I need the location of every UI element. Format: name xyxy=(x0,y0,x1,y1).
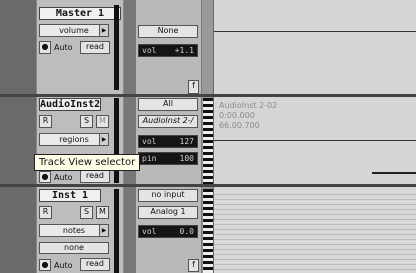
input-selector-inst1[interactable]: no input xyxy=(138,189,198,202)
mute-button[interactable]: M xyxy=(96,115,109,128)
track-view-label: volume xyxy=(59,26,89,35)
track-view-label: regions xyxy=(59,135,89,144)
region-line xyxy=(214,140,416,141)
output-selector-audioinst2[interactable]: AudioInst 2-/ xyxy=(138,115,198,128)
automation-icon: ● xyxy=(41,260,49,269)
vol-value: 127 xyxy=(179,137,194,146)
ruler-marker-icon[interactable]: f xyxy=(188,80,199,94)
pan-display-audioinst2[interactable]: pin 100 xyxy=(138,152,198,165)
mute-button[interactable]: M xyxy=(96,206,109,219)
region-start: 0:00.000 xyxy=(219,111,255,120)
vol-label: vol xyxy=(142,227,157,236)
ruler-marker-icon[interactable]: f xyxy=(188,259,199,272)
inst1-meter xyxy=(114,189,119,273)
region-name: AudioInst 2-02 xyxy=(219,101,278,110)
pan-value: 100 xyxy=(179,154,194,163)
master-output-selector[interactable]: None xyxy=(138,25,198,38)
pan-label: pin xyxy=(142,154,157,163)
output-selector-inst1[interactable]: Analog 1 xyxy=(138,206,198,219)
input-selector-audioinst2[interactable]: All xyxy=(138,98,198,111)
track-view-selector-master[interactable]: volume ▶ xyxy=(39,24,109,37)
region-info: AudioInst 2-02 0:00.000 66.00.700 xyxy=(219,101,277,131)
master-volume-display[interactable]: vol +1.1 xyxy=(138,44,198,57)
chevron-right-icon: ▶ xyxy=(99,225,108,236)
automation-mode-label: Auto xyxy=(54,43,73,52)
piano-keyboard xyxy=(203,189,213,273)
track-name-inst1[interactable]: Inst 1 xyxy=(39,189,101,202)
master-meter xyxy=(114,5,119,90)
meter-column xyxy=(124,0,136,273)
vol-label: vol xyxy=(142,46,157,55)
region-end: 66.00.700 xyxy=(219,121,260,130)
record-button[interactable]: R xyxy=(39,206,52,219)
chevron-right-icon: ▶ xyxy=(99,25,108,36)
vol-value: 0.0 xyxy=(179,227,194,236)
vol-value: +1.1 xyxy=(174,46,194,55)
automation-icon: ● xyxy=(41,172,49,181)
track-separator xyxy=(0,94,416,97)
volume-display-audioinst2[interactable]: vol 127 xyxy=(138,135,198,148)
automation-state-inst1[interactable]: read xyxy=(80,258,110,271)
automation-mode-label: Auto xyxy=(54,173,73,182)
track-view-selector-audioinst2[interactable]: regions ▶ xyxy=(39,133,109,146)
automation-state-audioinst2[interactable]: read xyxy=(80,170,110,183)
track-view-tooltip: Track View selector xyxy=(34,154,141,171)
master-volume-line xyxy=(214,31,416,32)
solo-button[interactable]: S xyxy=(80,115,93,128)
automation-icon: ● xyxy=(41,42,49,51)
extra-selector-inst1[interactable]: none xyxy=(39,242,109,254)
region-bar xyxy=(372,172,416,174)
vol-label: vol xyxy=(142,137,157,146)
track-view-label: notes xyxy=(62,226,86,235)
automation-toggle-master[interactable]: ● xyxy=(39,41,51,54)
track-name-audioinst2[interactable]: AudioInst2 xyxy=(39,98,101,111)
midi-note-grid xyxy=(214,190,416,273)
piano-keyboard xyxy=(203,98,213,184)
automation-mode-label: Auto xyxy=(54,261,73,270)
track-separator xyxy=(0,184,416,187)
automation-state-master[interactable]: read xyxy=(80,41,110,54)
volume-display-inst1[interactable]: vol 0.0 xyxy=(138,225,198,238)
record-button[interactable]: R xyxy=(39,115,52,128)
solo-button[interactable]: S xyxy=(80,206,93,219)
track-view-selector-inst1[interactable]: notes ▶ xyxy=(39,224,109,237)
track-name-master[interactable]: Master 1 xyxy=(39,7,121,20)
track-color-strip xyxy=(0,0,36,273)
automation-toggle-audioinst2[interactable]: ● xyxy=(39,171,51,183)
chevron-right-icon: ▶ xyxy=(99,134,108,145)
automation-toggle-inst1[interactable]: ● xyxy=(39,259,51,271)
